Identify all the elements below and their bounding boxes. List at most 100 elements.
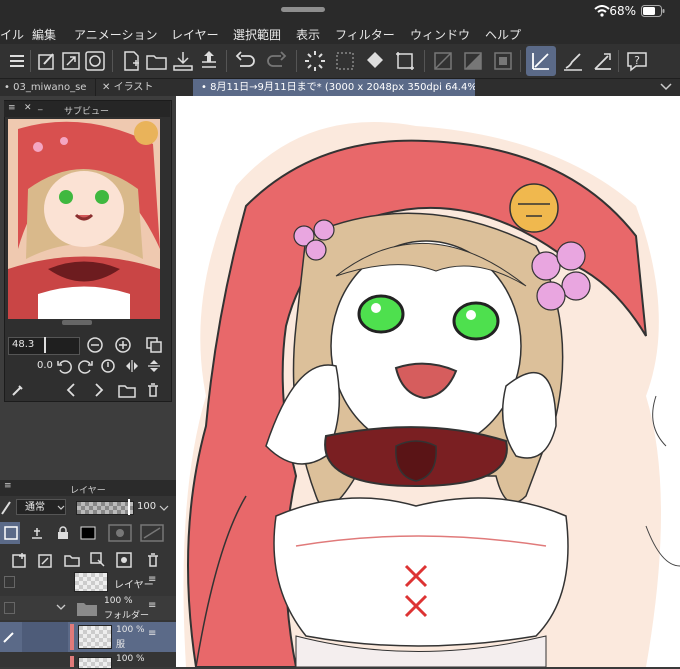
menu-file[interactable]: イル (0, 26, 24, 43)
flip-horizontal-icon[interactable] (124, 358, 140, 374)
tab-doc-active[interactable]: • 8月11日→9月11日まで* (3000 x 2048px 350dpi 6… (193, 79, 475, 96)
close-icon[interactable]: • (4, 82, 10, 93)
opacity-value[interactable]: 100 (137, 501, 156, 512)
close-icon[interactable]: ✕ (24, 103, 32, 113)
pen-icon[interactable] (0, 498, 12, 516)
tab-doc-2[interactable]: ✕ イラスト (98, 79, 190, 96)
layer-menu-icon[interactable]: ≡ (148, 600, 156, 611)
layer-menu-icon[interactable]: ≡ (148, 574, 156, 585)
brush-snap-icon[interactable] (560, 48, 586, 74)
menu-window[interactable]: ウィンドウ (410, 26, 470, 43)
clear-icon[interactable] (430, 48, 456, 74)
tab-doc-1[interactable]: • 03_miwano_se (0, 79, 96, 96)
minimize-icon[interactable]: _ (38, 101, 43, 111)
undo-icon[interactable] (232, 48, 258, 74)
zoom-out-icon[interactable] (86, 336, 104, 354)
rotate-left-icon[interactable] (56, 358, 72, 374)
save-icon[interactable] (170, 48, 196, 74)
close-icon[interactable]: • (201, 82, 207, 93)
menu-view[interactable]: 表示 (296, 26, 320, 43)
chevron-down-icon (57, 505, 65, 510)
border-icon[interactable] (490, 48, 516, 74)
zoom-in-icon[interactable] (114, 336, 132, 354)
ruler-range-icon[interactable] (140, 524, 164, 542)
lock-transparency-icon[interactable] (80, 526, 96, 540)
open-folder-icon[interactable] (144, 48, 170, 74)
menu-help[interactable]: ヘルプ (485, 26, 521, 43)
invert-selection-icon[interactable] (460, 48, 486, 74)
folder-icon (77, 603, 97, 616)
fit-view-icon[interactable] (145, 336, 163, 354)
next-image-icon[interactable] (92, 382, 106, 398)
crop-icon[interactable] (392, 48, 418, 74)
chevron-down-icon[interactable] (159, 504, 169, 512)
previous-image-icon[interactable] (64, 382, 78, 398)
hamburger-icon[interactable] (4, 48, 30, 74)
toolbar-separator (296, 50, 297, 72)
zoom-value[interactable]: 48.3 (12, 339, 34, 350)
redo-icon[interactable] (264, 48, 290, 74)
toolbar-separator (424, 50, 425, 72)
ruler-snap-icon[interactable] (528, 48, 554, 74)
new-folder-icon[interactable] (64, 552, 80, 568)
new-vector-layer-icon[interactable] (38, 552, 54, 568)
lock-icon[interactable] (56, 526, 70, 540)
rotate-right-icon[interactable] (78, 358, 94, 374)
zoom-slider-thumb[interactable] (44, 337, 46, 353)
select-area-icon[interactable] (332, 48, 358, 74)
loading-spinner-icon[interactable] (302, 48, 328, 74)
layer-color-tag (70, 656, 74, 667)
panel-menu-icon[interactable]: ≡ (4, 481, 12, 491)
open-folder-icon[interactable] (118, 382, 136, 398)
menu-selection[interactable]: 選択範囲 (233, 26, 281, 43)
layer-row[interactable]: レイヤー ≡ (0, 570, 176, 594)
transform-icon[interactable] (58, 48, 84, 74)
chevron-down-icon[interactable] (660, 82, 672, 92)
new-raster-layer-icon[interactable] (12, 552, 28, 568)
trash-icon[interactable] (146, 552, 160, 568)
visibility-toggle[interactable] (4, 602, 15, 614)
material-icon[interactable] (82, 48, 108, 74)
visibility-toggle[interactable] (4, 576, 15, 588)
color-tool-icon[interactable] (34, 48, 60, 74)
toolbar-separator (30, 50, 31, 72)
opacity-slider[interactable] (76, 501, 134, 515)
layer-row[interactable]: 100 % (0, 654, 176, 669)
layer-row-selected[interactable]: 100 % 服 ≡ (0, 622, 176, 652)
merge-down-icon[interactable] (116, 552, 132, 568)
layer-indent (22, 622, 68, 652)
help-icon[interactable]: ? (624, 48, 650, 74)
reset-rotation-icon[interactable] (100, 358, 116, 374)
menu-filter[interactable]: フィルター (335, 26, 395, 43)
transfer-down-icon[interactable] (90, 552, 106, 568)
mask-enable-icon[interactable] (108, 524, 132, 542)
opacity-slider-thumb[interactable] (128, 499, 130, 515)
tab-doc-1-label: 03_miwano_se (13, 82, 87, 93)
subview-thumbnail[interactable] (8, 119, 160, 319)
chevron-down-icon[interactable] (56, 602, 66, 612)
panel-menu-icon[interactable]: ≡ (8, 103, 16, 113)
flip-vertical-icon[interactable] (146, 358, 162, 374)
layer-menu-icon[interactable]: ≡ (148, 628, 156, 639)
reference-layer-icon[interactable] (30, 526, 44, 540)
subview-title: サブビュー (64, 107, 110, 117)
multitask-handle[interactable] (281, 7, 325, 12)
menu-layer[interactable]: レイヤー (171, 26, 219, 43)
grid-snap-icon[interactable] (590, 48, 616, 74)
panel-resize-handle[interactable] (62, 320, 92, 325)
close-icon[interactable]: ✕ (102, 82, 110, 93)
menu-animation[interactable]: アニメーション (74, 26, 158, 43)
drawing-canvas[interactable] (176, 96, 680, 667)
export-icon[interactable] (196, 48, 222, 74)
fill-bucket-icon[interactable] (362, 48, 388, 74)
eyedropper-icon[interactable] (10, 382, 26, 398)
new-file-icon[interactable] (118, 48, 144, 74)
tab-doc-active-label: 8月11日→9月11日まで* (3000 x 2048px 350dpi 64.… (210, 82, 475, 93)
tab-doc-2-label: イラスト (113, 82, 154, 93)
layer-row-folder[interactable]: 100 % フォルダー ≡ (0, 596, 176, 621)
layer-thumbnail (78, 625, 112, 649)
trash-icon[interactable] (146, 382, 160, 398)
canvas-artwork (183, 122, 680, 667)
menu-edit[interactable]: 編集 (32, 26, 56, 43)
rotation-value[interactable]: 0.0 (37, 360, 53, 371)
